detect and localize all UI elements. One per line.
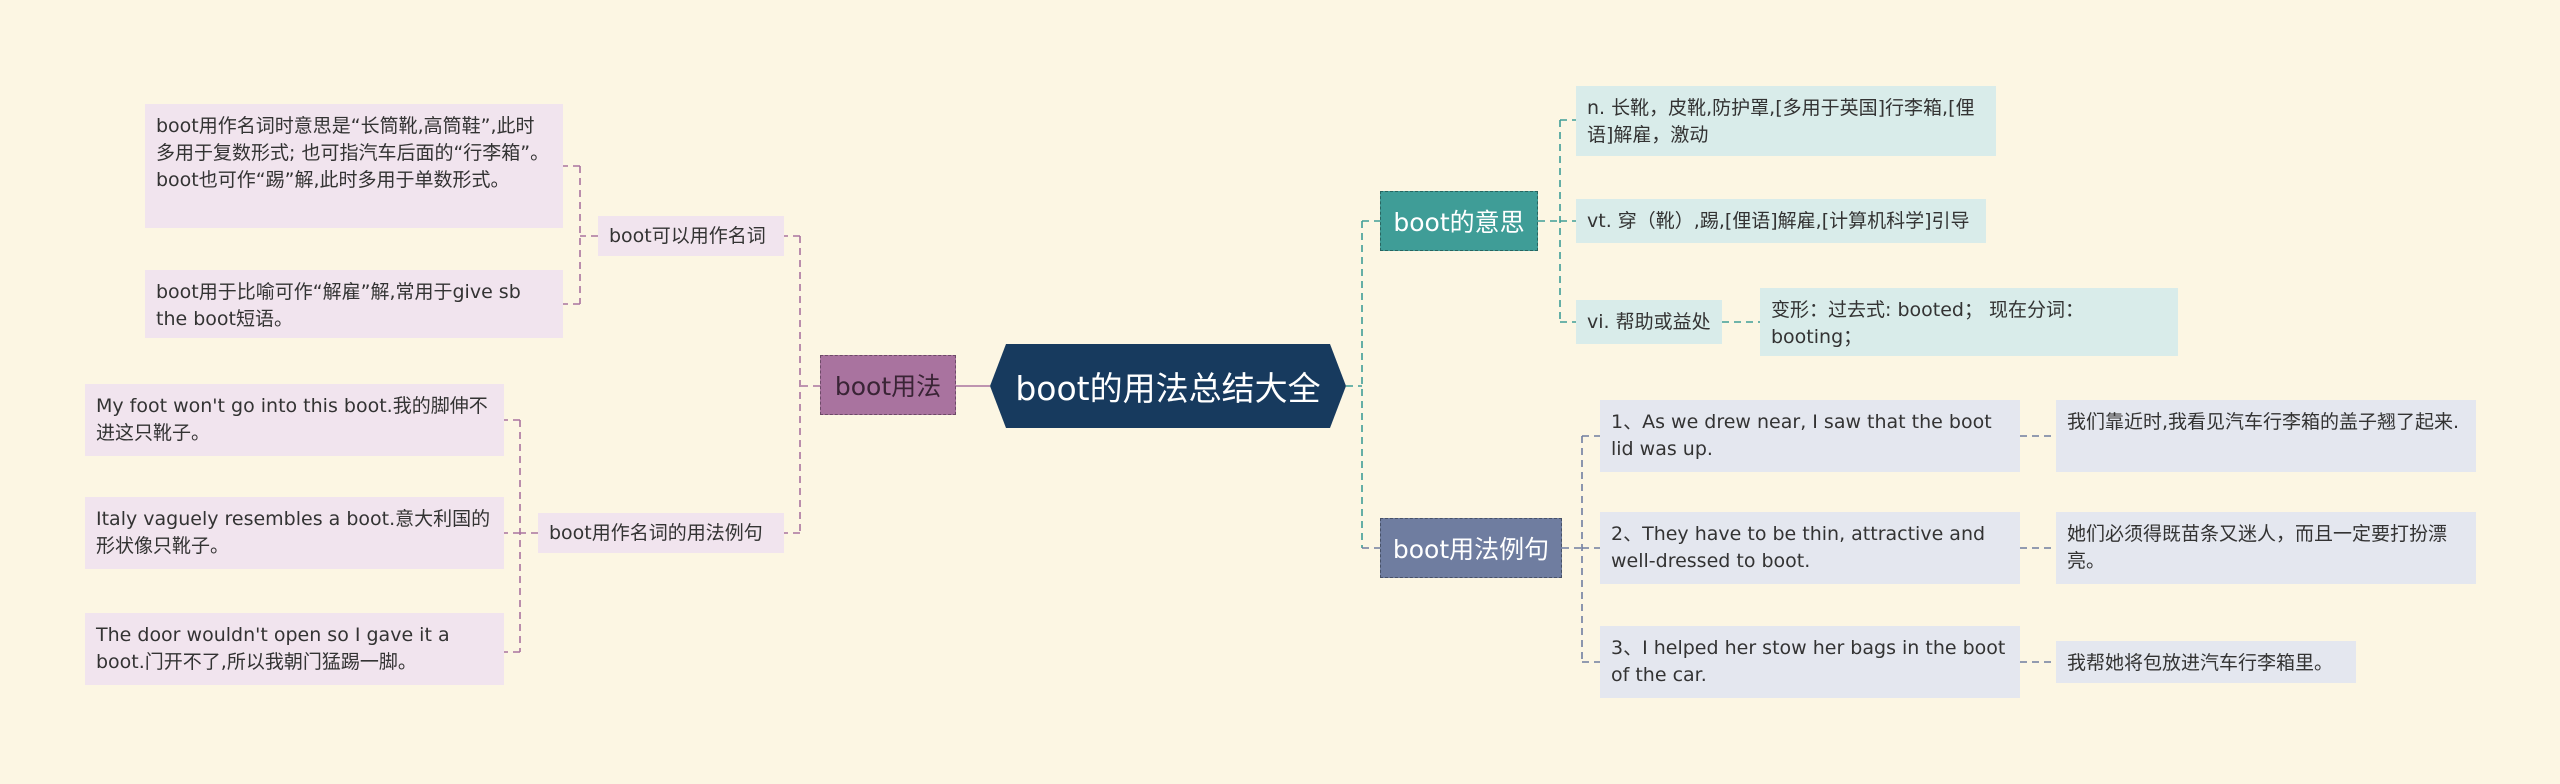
connector-examples-items: [1562, 435, 1600, 663]
subtopic-noun-usage[interactable]: boot可以用作名词: [598, 216, 784, 256]
branch-boot-examples[interactable]: boot用法例句: [1380, 518, 1562, 578]
connector-group1-leaves: [563, 165, 598, 305]
branch-boot-meaning[interactable]: boot的意思: [1380, 191, 1538, 251]
connector-root-branches: [1346, 220, 1380, 548]
connector-group2-leaves: [504, 419, 538, 653]
leaf-example-foot[interactable]: My foot won't go into this boot.我的脚伸不进这只…: [85, 384, 504, 456]
leaf-example-italy[interactable]: Italy vaguely resembles a boot.意大利国的形状像只…: [85, 497, 504, 569]
subtopic-noun-examples[interactable]: boot用作名词的用法例句: [538, 513, 784, 553]
leaf-noun-meaning[interactable]: boot用作名词时意思是“长筒靴,高筒鞋”,此时多用于复数形式; 也可指汽车后面…: [145, 104, 563, 228]
leaf-example-en-3[interactable]: 3、I helped her stow her bags in the boot…: [1600, 626, 2020, 698]
leaf-meaning-vi[interactable]: vi. 帮助或益处: [1576, 300, 1722, 344]
leaf-example-zh-3[interactable]: 我帮她将包放进汽车行李箱里。: [2056, 641, 2356, 683]
connector-meaning-items: [1538, 119, 1576, 323]
leaf-example-zh-2[interactable]: 她们必须得既苗条又迷人，而且一定要打扮漂亮。: [2056, 512, 2476, 584]
root-topic[interactable]: boot的用法总结大全: [990, 344, 1346, 428]
leaf-noun-figurative[interactable]: boot用于比喻可作“解雇”解,常用于give sb the boot短语。: [145, 270, 563, 338]
leaf-example-en-2[interactable]: 2、They have to be thin, attractive and w…: [1600, 512, 2020, 584]
branch-boot-usage[interactable]: boot用法: [820, 355, 956, 415]
leaf-example-zh-1[interactable]: 我们靠近时,我看见汽车行李箱的盖子翘了起来.: [2056, 400, 2476, 472]
leaf-example-door[interactable]: The door wouldn't open so I gave it a bo…: [85, 613, 504, 685]
leaf-example-en-1[interactable]: 1、As we drew near, I saw that the boot l…: [1600, 400, 2020, 472]
leaf-meaning-noun[interactable]: n. 长靴，皮靴,防护罩,[多用于英国]行李箱,[俚语]解雇，激动: [1576, 86, 1996, 156]
connector-usage-groups: [784, 235, 820, 534]
leaf-vi-inflection[interactable]: 变形：过去式: booted； 现在分词：booting；: [1760, 288, 2178, 356]
connector-example-translations: [2020, 435, 2056, 663]
leaf-meaning-vt[interactable]: vt. 穿（靴）,踢,[俚语]解雇,[计算机科学]引导: [1576, 199, 1986, 243]
